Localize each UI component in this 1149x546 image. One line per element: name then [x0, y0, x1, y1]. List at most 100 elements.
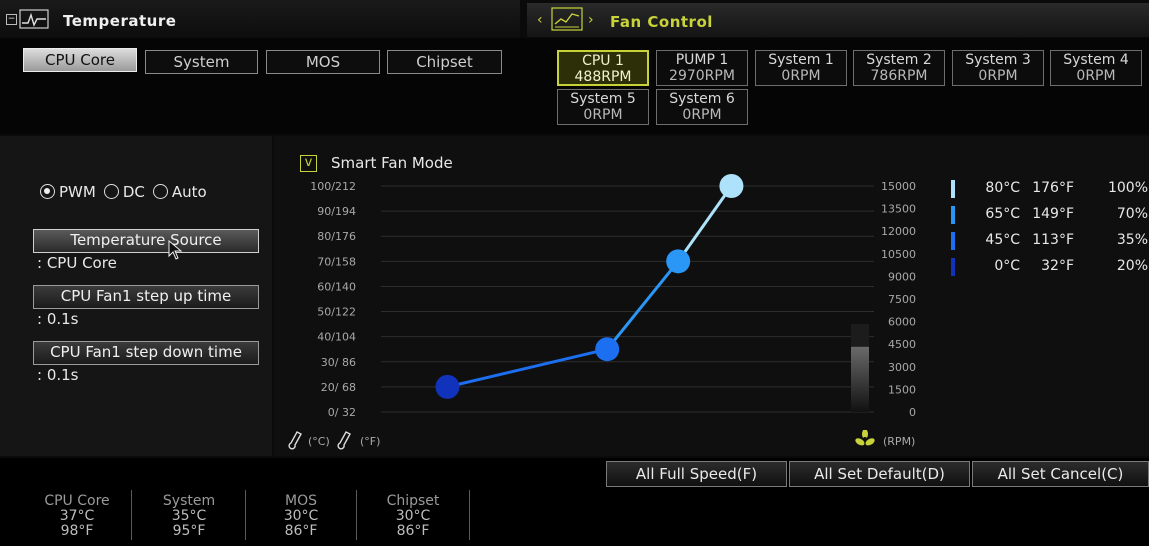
- legend-swatch: [951, 232, 955, 250]
- all-set-default-button[interactable]: All Set Default(D): [789, 461, 970, 487]
- status-system: System 35°C 95°F: [138, 494, 240, 539]
- curve-point-3[interactable]: [666, 249, 691, 274]
- y-right-tick-label: 3000: [888, 361, 916, 374]
- legend-swatch: [951, 206, 955, 224]
- fan-control-header: ‹ › Fan Control: [527, 3, 1149, 37]
- rpm-unit-label: (RPM): [883, 435, 916, 448]
- fan-system2[interactable]: System 2 786RPM: [853, 50, 945, 86]
- radio-pwm-label[interactable]: PWM: [59, 183, 96, 201]
- legend-celsius: 45°C: [985, 232, 1020, 248]
- status-celsius: 30°C: [395, 508, 431, 524]
- fan-system4[interactable]: System 4 0RPM: [1050, 50, 1142, 86]
- legend-swatch: [951, 180, 955, 198]
- curve-point-2[interactable]: [595, 337, 620, 362]
- fan-name: CPU 1: [582, 53, 624, 69]
- temperature-header: − Temperature: [0, 0, 520, 40]
- status-fahrenheit: 98°F: [60, 523, 94, 539]
- curve-point-1[interactable]: [435, 374, 460, 399]
- legend-percent: 100%: [1107, 180, 1148, 196]
- y-left-tick-label: 60/140: [317, 280, 356, 293]
- legend-celsius: 65°C: [985, 206, 1020, 222]
- fan-control-title: Fan Control: [610, 13, 713, 31]
- tab-chipset[interactable]: Chipset: [387, 50, 502, 74]
- legend-fahrenheit: 32°F: [1041, 258, 1074, 274]
- fan-graph-icon: [551, 7, 583, 31]
- collapse-icon[interactable]: −: [6, 14, 17, 25]
- status-celsius: 35°C: [171, 508, 207, 524]
- fan-cpu1[interactable]: CPU 1 488RPM: [557, 50, 649, 86]
- radio-dc[interactable]: [103, 184, 119, 199]
- chevron-right-icon[interactable]: ›: [588, 12, 594, 28]
- y-left-tick-label: 100/212: [310, 180, 356, 193]
- legend-celsius: 80°C: [985, 180, 1020, 196]
- radio-pwm[interactable]: [40, 184, 55, 199]
- tab-cpu-core[interactable]: CPU Core: [23, 48, 137, 72]
- tab-mos[interactable]: MOS: [266, 50, 380, 74]
- fan-rpm: 2970RPM: [669, 68, 735, 84]
- curve-legend: 80°C 176°F 100% 65°C 149°F 70% 45°C 113°F 35% 0°C…: [948, 178, 1148, 282]
- fan-settings-panel: PWM DC Auto Temperature Source : CPU Core …: [0, 136, 272, 456]
- fan-system3[interactable]: System 3 0RPM: [952, 50, 1044, 86]
- fan-system5[interactable]: System 5 0RPM: [557, 89, 649, 125]
- all-full-speed-button[interactable]: All Full Speed(F): [606, 461, 787, 487]
- fan-curve-panel: v Smart Fan Mode 100/212 90/194 80/176 70/1…: [274, 136, 1149, 456]
- y-left-tick-label: 80/176: [317, 230, 356, 243]
- status-celsius: 30°C: [283, 508, 319, 524]
- legend-fahrenheit: 149°F: [1032, 206, 1074, 222]
- status-divider: [131, 490, 132, 540]
- temperature-source-button[interactable]: Temperature Source: [33, 229, 259, 253]
- step-down-time-value: : 0.1s: [37, 366, 79, 384]
- status-label: MOS: [285, 493, 317, 509]
- radio-auto[interactable]: [152, 184, 168, 199]
- y-right-tick-label: 4500: [888, 338, 916, 351]
- radio-auto-label[interactable]: Auto: [172, 183, 207, 201]
- y-right-tick-label: 9000: [888, 270, 916, 283]
- mouse-cursor-icon: [168, 240, 183, 260]
- chevron-left-icon[interactable]: ‹: [537, 12, 543, 28]
- fan-rpm: 0RPM: [781, 68, 821, 84]
- curve-point-4[interactable]: [719, 174, 744, 198]
- legend-fahrenheit: 113°F: [1032, 232, 1074, 248]
- y-right-tick-label: 13500: [881, 203, 916, 216]
- legend-fahrenheit: 176°F: [1032, 180, 1074, 196]
- legend-percent: 35%: [1116, 232, 1148, 248]
- status-label: Chipset: [386, 493, 440, 509]
- curve-segment: [447, 347, 608, 389]
- fan-rpm: 0RPM: [978, 68, 1018, 84]
- fan-name: System 3: [965, 52, 1031, 68]
- fan-icon: [855, 430, 875, 446]
- legend-celsius: 0°C: [994, 258, 1020, 274]
- fahrenheit-unit-label: (°F): [360, 435, 381, 448]
- legend-row: 0°C 32°F 20%: [948, 256, 1148, 282]
- fan-system1[interactable]: System 1 0RPM: [755, 50, 847, 86]
- y-left-tick-label: 0/ 32: [328, 406, 356, 419]
- fan-name: System 2: [866, 52, 932, 68]
- fan-rpm: 0RPM: [682, 107, 722, 123]
- rpm-meter-fill: [851, 346, 869, 412]
- curve-segment: [606, 260, 680, 351]
- y-left-tick-label: 90/194: [317, 205, 356, 218]
- fan-name: System 1: [768, 52, 834, 68]
- legend-percent: 70%: [1116, 206, 1148, 222]
- fan-name: System 5: [570, 91, 636, 107]
- status-label: CPU Core: [44, 493, 110, 509]
- status-celsius: 37°C: [59, 508, 95, 524]
- y-right-tick-label: 0: [909, 406, 916, 419]
- status-fahrenheit: 95°F: [172, 523, 206, 539]
- legend-row: 65°C 149°F 70%: [948, 204, 1148, 230]
- y-right-tick-label: 7500: [888, 293, 916, 306]
- step-up-time-button[interactable]: CPU Fan1 step up time: [33, 285, 259, 309]
- status-divider: [245, 490, 246, 540]
- fan-pump1[interactable]: PUMP 1 2970RPM: [656, 50, 748, 86]
- status-mos: MOS 30°C 86°F: [250, 494, 352, 539]
- temperature-title: Temperature: [63, 12, 177, 30]
- step-down-time-button[interactable]: CPU Fan1 step down time: [33, 341, 259, 365]
- fan-system6[interactable]: System 6 0RPM: [656, 89, 748, 125]
- radio-dc-label[interactable]: DC: [123, 183, 145, 201]
- status-chipset: Chipset 30°C 86°F: [362, 494, 464, 539]
- y-left-tick-label: 20/ 68: [321, 381, 356, 394]
- y-right-tick-label: 1500: [888, 383, 916, 396]
- tab-system[interactable]: System: [145, 50, 258, 74]
- status-fahrenheit: 86°F: [396, 523, 430, 539]
- all-set-cancel-button[interactable]: All Set Cancel(C): [972, 461, 1149, 487]
